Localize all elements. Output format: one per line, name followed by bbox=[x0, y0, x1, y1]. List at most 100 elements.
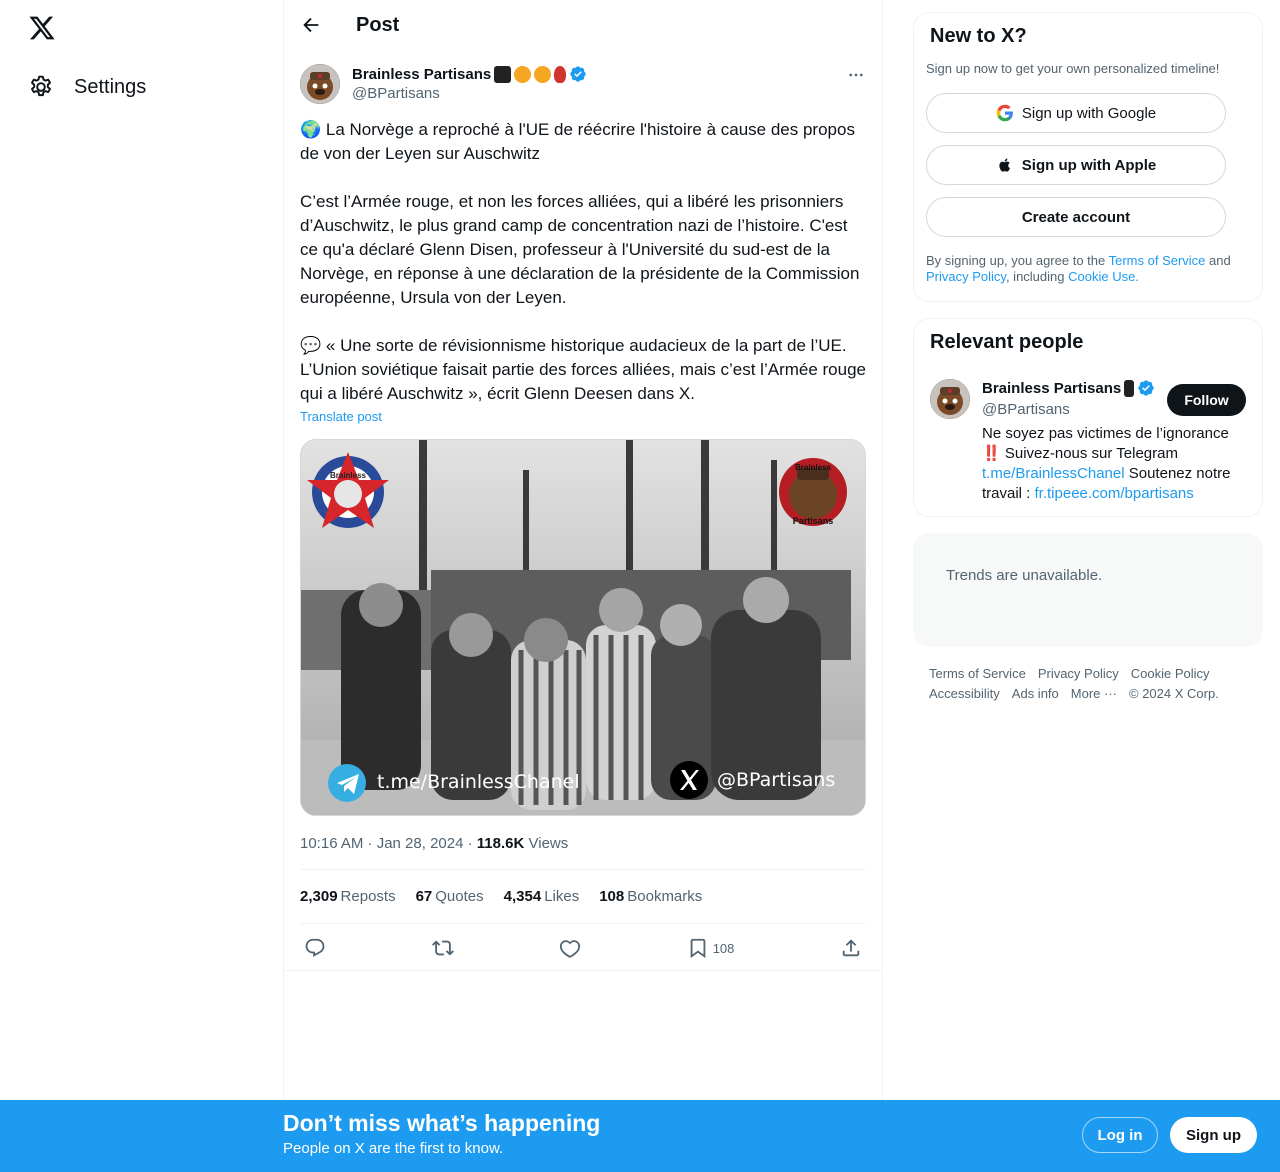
repost-button[interactable] bbox=[431, 937, 454, 959]
watermark-telegram-text: t.me/BrainlessChanel bbox=[377, 771, 580, 793]
sign-up-google-label: Sign up with Google bbox=[1021, 104, 1157, 122]
avatar[interactable] bbox=[930, 379, 970, 419]
footer-more-link[interactable]: More ··· bbox=[1071, 684, 1117, 704]
footer-ads-link[interactable]: Ads info bbox=[1012, 684, 1059, 704]
settings-label: Settings bbox=[74, 75, 147, 98]
legal-and: and bbox=[1205, 253, 1231, 268]
create-account-label: Create account bbox=[1021, 208, 1131, 226]
page-title: Post bbox=[356, 14, 400, 36]
verified-badge-icon bbox=[1138, 380, 1154, 396]
cookie-link[interactable]: Cookie Use. bbox=[1068, 269, 1139, 284]
repost-icon bbox=[431, 940, 454, 956]
author-name-row[interactable]: Brainless Partisans bbox=[352, 64, 587, 84]
terms-link[interactable]: Terms of Service bbox=[1109, 253, 1206, 268]
relevant-people-card: Relevant people Brainless Partisans @BPa… bbox=[913, 318, 1263, 517]
views-label: Views bbox=[528, 835, 569, 852]
signup-banner: Don’t miss what’s happening People on X … bbox=[0, 1100, 1280, 1172]
divider bbox=[300, 923, 866, 924]
relevant-person-handle[interactable]: @BPartisans bbox=[982, 401, 1070, 418]
relevant-person-name[interactable]: Brainless Partisans bbox=[982, 380, 1121, 397]
watermark-x-handle: @BPartisans bbox=[717, 769, 835, 791]
bio-telegram-link[interactable]: t.me/BrainlessChanel bbox=[982, 465, 1125, 482]
legal-text: By signing up, you agree to the Terms of… bbox=[926, 253, 1246, 285]
flag-pirate-icon bbox=[1124, 379, 1135, 397]
bookmark-icon bbox=[690, 938, 706, 959]
x-logo-icon[interactable] bbox=[28, 14, 56, 42]
watermark-right-text-1: Brainless bbox=[795, 463, 832, 472]
post-photo: Brainless Brainless Partisans t.me/Brain… bbox=[301, 440, 865, 815]
author-handle[interactable]: @BPartisans bbox=[352, 85, 587, 102]
radioactive-icon bbox=[514, 65, 532, 83]
flag-pirate-icon bbox=[494, 65, 512, 83]
post-time[interactable]: 10:16 AM · Jan 28, 2024 bbox=[300, 835, 463, 852]
share-icon bbox=[842, 939, 860, 957]
reposts-stat[interactable]: 2,309 Reposts bbox=[300, 888, 396, 905]
footer-copyright: © 2024 X Corp. bbox=[1129, 686, 1219, 701]
sign-up-apple-label: Sign up with Apple bbox=[1021, 156, 1157, 174]
banner-title: Don’t miss what’s happening bbox=[283, 1110, 601, 1136]
reply-button[interactable] bbox=[304, 937, 326, 959]
left-nav: Settings bbox=[0, 0, 283, 1100]
sign-up-google-button[interactable]: Sign up with Google bbox=[926, 93, 1226, 133]
legal-including: , including bbox=[1005, 269, 1069, 284]
banner-subtitle: People on X are the first to know. bbox=[283, 1140, 504, 1157]
back-arrow-icon[interactable] bbox=[300, 14, 324, 38]
quotes-stat[interactable]: 67 Quotes bbox=[416, 888, 484, 905]
bookmark-button[interactable]: 108 bbox=[687, 937, 735, 959]
legal-prefix: By signing up, you agree to the bbox=[926, 253, 1109, 268]
watermark-left-text: Brainless bbox=[330, 471, 367, 480]
reply-icon bbox=[305, 938, 325, 957]
bookmarks-stat[interactable]: 108 Bookmarks bbox=[599, 888, 702, 905]
post-text: 🌍 La Norvège a reproché à l'UE de réécri… bbox=[300, 120, 866, 403]
gear-icon bbox=[31, 75, 51, 97]
translate-post-link[interactable]: Translate post bbox=[300, 409, 382, 424]
views-count: 118.6K bbox=[476, 835, 525, 852]
relevant-person-bio: Ne soyez pas victimes de l’ignorance ‼️ … bbox=[982, 424, 1252, 504]
post-image[interactable]: Brainless Brainless Partisans t.me/Brain… bbox=[300, 439, 866, 816]
nesting-doll-icon bbox=[554, 65, 567, 83]
log-in-button[interactable]: Log in bbox=[1082, 1117, 1158, 1153]
verified-badge-icon bbox=[570, 66, 586, 82]
new-to-x-card: New to X? Sign up now to get your own pe… bbox=[913, 12, 1263, 302]
post-stats: 2,309 Reposts 67 Quotes 4,354 Likes 108 Book… bbox=[300, 888, 702, 905]
divider bbox=[300, 869, 866, 870]
topbar: Post bbox=[284, 0, 884, 54]
sign-up-button[interactable]: Sign up bbox=[1170, 1117, 1257, 1153]
bookmark-count: 108 bbox=[712, 940, 735, 956]
biohazard-icon bbox=[534, 65, 552, 83]
bio-line-2: ‼️ Suivez-nous sur Telegram bbox=[982, 445, 1178, 462]
meta-separator: · bbox=[467, 835, 477, 852]
relevant-person-name-row[interactable]: Brainless Partisans bbox=[982, 379, 1157, 397]
avatar[interactable] bbox=[300, 64, 340, 104]
nav-settings[interactable]: Settings bbox=[28, 72, 146, 102]
new-to-x-subtitle: Sign up now to get your own personalized… bbox=[926, 61, 1220, 76]
footer-cookie-link[interactable]: Cookie Policy bbox=[1131, 664, 1210, 684]
more-options-icon[interactable] bbox=[845, 64, 867, 86]
google-icon bbox=[996, 104, 1013, 122]
follow-button[interactable]: Follow bbox=[1167, 384, 1246, 416]
sign-up-apple-button[interactable]: Sign up with Apple bbox=[926, 145, 1226, 185]
like-button[interactable] bbox=[559, 937, 581, 959]
author-name[interactable]: Brainless Partisans bbox=[352, 66, 491, 83]
footer-privacy-link[interactable]: Privacy Policy bbox=[1038, 664, 1119, 684]
relevant-people-title: Relevant people bbox=[930, 331, 1084, 353]
bio-line-1: Ne soyez pas victimes de l’ignorance bbox=[982, 425, 1229, 442]
footer-accessibility-link[interactable]: Accessibility bbox=[929, 684, 1000, 704]
footer-links: Terms of Service Privacy Policy Cookie P… bbox=[929, 664, 1259, 704]
create-account-button[interactable]: Create account bbox=[926, 197, 1226, 237]
divider bbox=[284, 970, 883, 971]
trends-unavailable-text: Trends are unavailable. bbox=[946, 567, 1103, 584]
heart-icon bbox=[560, 940, 581, 958]
apple-icon bbox=[999, 158, 1010, 172]
watermark-right-text-2: Partisans bbox=[793, 516, 834, 526]
privacy-link[interactable]: Privacy Policy bbox=[926, 269, 1006, 284]
trends-card: Trends are unavailable. bbox=[913, 533, 1263, 647]
likes-stat[interactable]: 4,354 Likes bbox=[504, 888, 580, 905]
main-column: Post Brainless Partisans @BPartisans 🌍 L… bbox=[283, 0, 883, 1100]
post-actions: 108 bbox=[300, 934, 866, 962]
share-button[interactable] bbox=[840, 937, 862, 959]
footer-terms-link[interactable]: Terms of Service bbox=[929, 664, 1026, 684]
author-block: Brainless Partisans @BPartisans bbox=[352, 64, 587, 102]
post-meta: 10:16 AM · Jan 28, 2024 · 118.6K Views bbox=[300, 835, 568, 852]
bio-tipeee-link[interactable]: fr.tipeee.com/bpartisans bbox=[1035, 485, 1194, 502]
